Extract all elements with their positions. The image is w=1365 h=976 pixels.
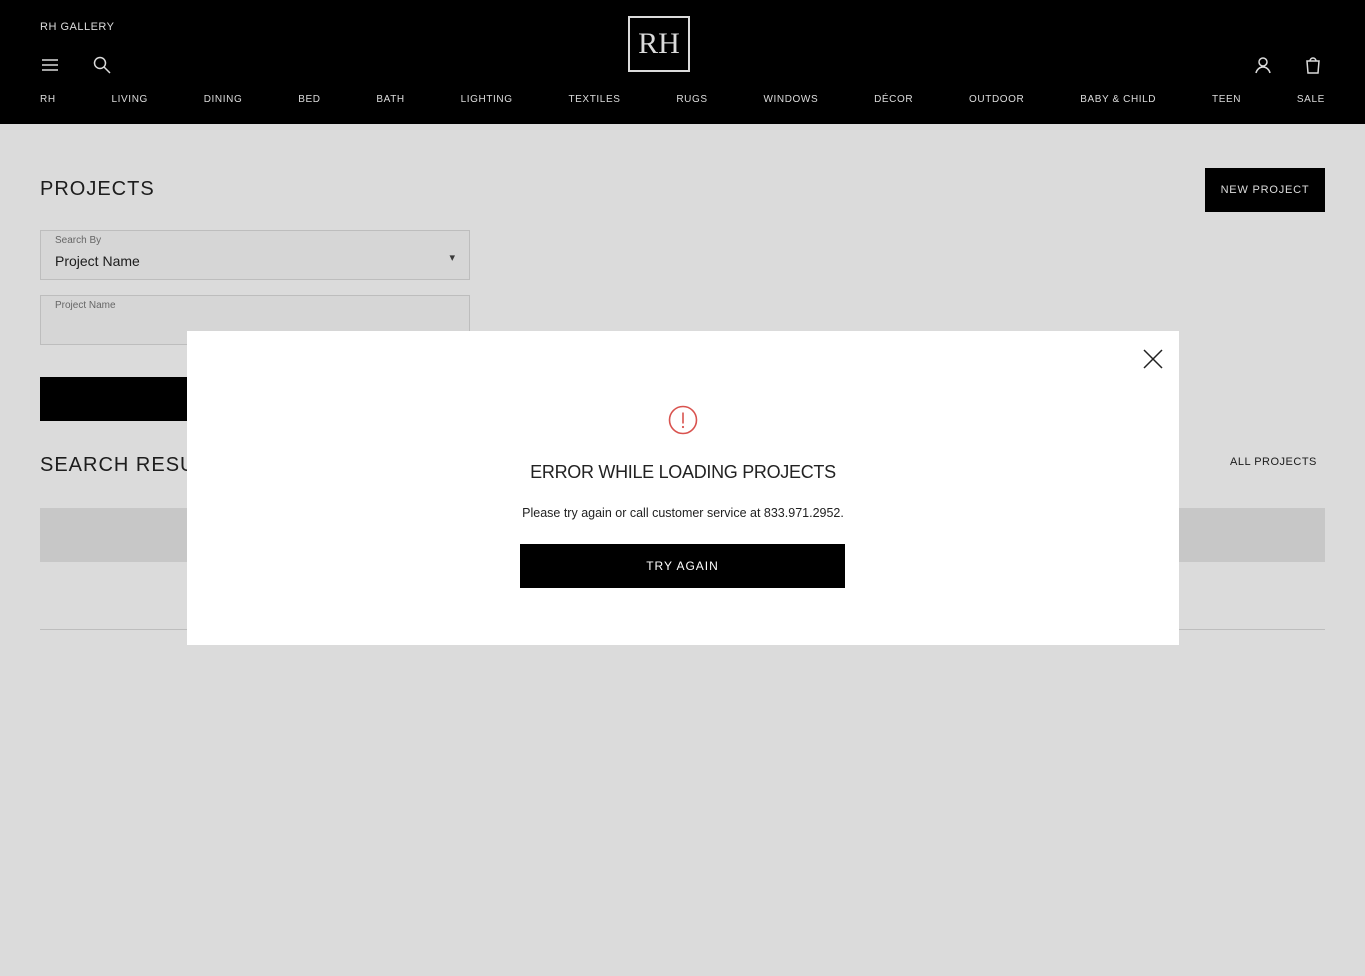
alert-icon xyxy=(668,405,698,435)
modal-message: Please try again or call customer servic… xyxy=(522,506,844,520)
modal-title: ERROR WHILE LOADING PROJECTS xyxy=(530,462,836,482)
error-modal: ERROR WHILE LOADING PROJECTS Please try … xyxy=(187,331,1179,645)
try-again-button[interactable]: TRY AGAIN xyxy=(520,544,845,588)
close-icon[interactable] xyxy=(1143,349,1163,369)
